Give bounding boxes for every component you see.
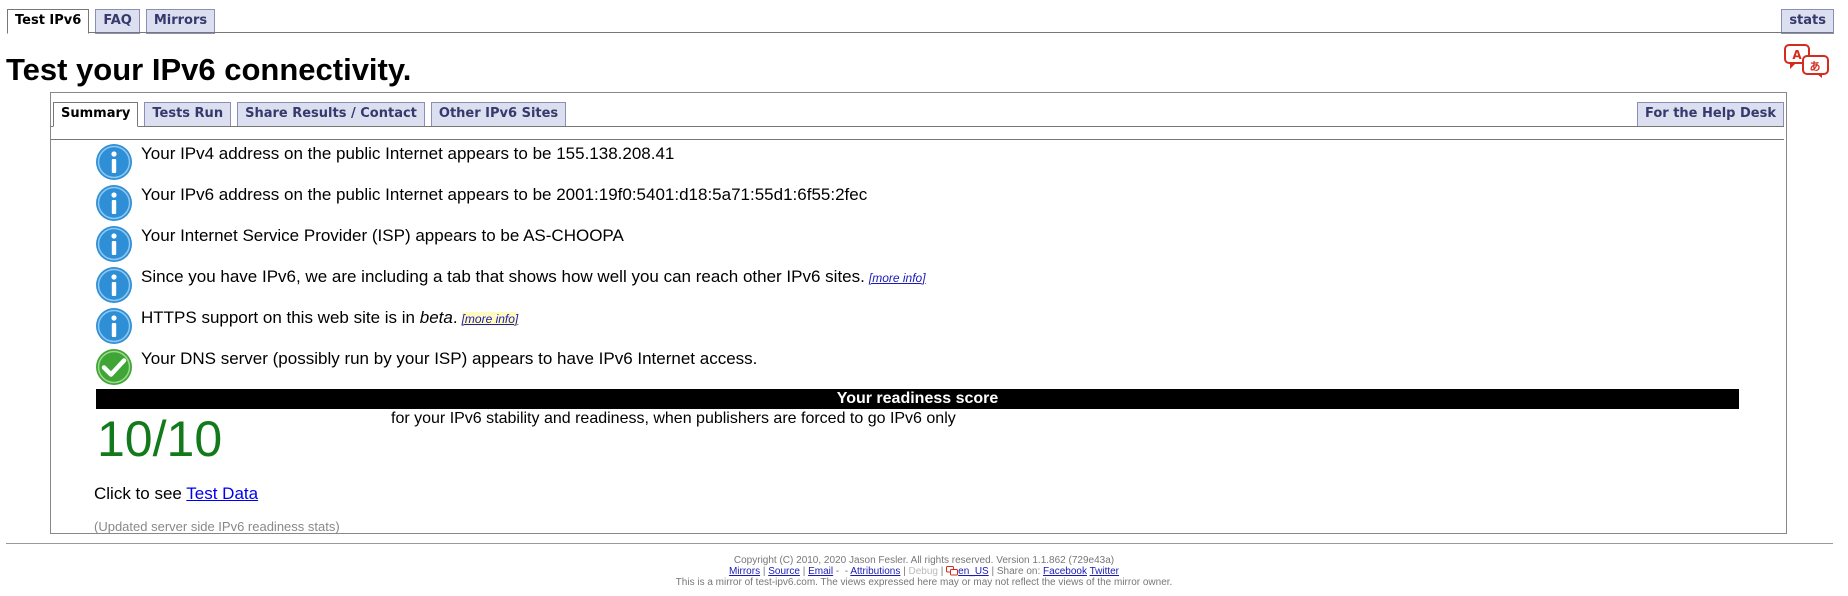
test-data-link[interactable]: Test Data <box>186 484 258 503</box>
share-twitter-link[interactable]: Twitter <box>1090 566 1119 577</box>
result-row-other-sites: Since you have IPv6, we are including a … <box>95 266 926 307</box>
more-info-link[interactable]: [more info] <box>461 312 519 326</box>
readiness-score-heading: Your readiness score <box>96 389 1739 409</box>
readiness-score-value: 10/10 <box>97 411 223 467</box>
tab-tests-run[interactable]: Tests Run <box>144 102 232 127</box>
footer-link-debug[interactable]: Debug <box>909 566 938 577</box>
updated-stats-note: (Updated server side IPv6 readiness stat… <box>94 519 340 534</box>
translate-icon <box>946 566 959 576</box>
svg-text:A: A <box>1792 48 1802 62</box>
translate-icon[interactable]: A あ <box>1784 44 1830 78</box>
tab-share-results[interactable]: Share Results / Contact <box>237 102 425 127</box>
footer-link-mirrors[interactable]: Mirrors <box>729 566 760 577</box>
result-text: Your IPv6 address on the public Internet… <box>141 185 868 204</box>
page-title: Test your IPv6 connectivity. <box>6 52 412 87</box>
tab-mirrors[interactable]: Mirrors <box>145 9 216 34</box>
test-data-line: Click to see Test Data <box>94 484 259 503</box>
check-icon <box>96 349 132 385</box>
readiness-score-description: for your IPv6 stability and readiness, w… <box>391 410 956 427</box>
svg-text:あ: あ <box>1810 60 1821 73</box>
result-list: Your IPv4 address on the public Internet… <box>95 143 926 389</box>
info-icon <box>96 267 132 303</box>
result-text: Your DNS server (possibly run by your IS… <box>141 349 758 368</box>
footer-link-attributions[interactable]: Attributions <box>850 566 900 577</box>
top-tab-divider <box>7 32 1833 33</box>
footer-link-email[interactable]: Email <box>808 566 833 577</box>
footer-link-source[interactable]: Source <box>768 566 800 577</box>
tab-help-desk[interactable]: For the Help Desk <box>1636 102 1784 127</box>
result-row-ipv4: Your IPv4 address on the public Internet… <box>95 143 926 184</box>
info-icon <box>96 185 132 221</box>
footer-links: Mirrors | Source | Email - - Attribution… <box>728 566 1120 577</box>
result-row-dns: Your DNS server (possibly run by your IS… <box>95 348 926 389</box>
tab-other-ipv6-sites[interactable]: Other IPv6 Sites <box>430 102 567 127</box>
info-icon <box>96 308 132 344</box>
result-text: Your Internet Service Provider (ISP) app… <box>141 226 624 245</box>
result-tab-bar: Summary Tests Run Share Results / Contac… <box>53 102 567 127</box>
result-text: HTTPS support on this web site is in bet… <box>141 308 519 327</box>
result-text: Since you have IPv6, we are including a … <box>141 267 926 286</box>
tab-stats[interactable]: stats <box>1781 9 1834 34</box>
result-row-ipv6: Your IPv6 address on the public Internet… <box>95 184 926 225</box>
footer-divider <box>6 543 1833 544</box>
footer-link-locale[interactable]: en_US <box>958 566 989 577</box>
result-text: Your IPv4 address on the public Internet… <box>141 144 675 163</box>
share-facebook-link[interactable]: Facebook <box>1043 566 1087 577</box>
info-icon <box>96 226 132 262</box>
result-row-https: HTTPS support on this web site is in bet… <box>95 307 926 348</box>
more-info-link[interactable]: [more info] <box>869 271 926 285</box>
footer: Copyright (C) 2010, 2020 Jason Fesler. A… <box>0 555 1848 588</box>
summary-divider <box>51 139 1784 140</box>
result-tab-divider <box>51 126 1784 127</box>
tab-summary[interactable]: Summary <box>53 102 139 127</box>
top-tab-bar: Test IPv6 FAQ Mirrors <box>7 9 216 34</box>
tab-faq[interactable]: FAQ <box>95 9 140 34</box>
info-icon <box>96 144 132 180</box>
copyright-text: Copyright (C) 2010, 2020 Jason Fesler. A… <box>733 555 1115 566</box>
mirror-note: This is a mirror of test-ipv6.com. The v… <box>675 577 1173 588</box>
result-row-isp: Your Internet Service Provider (ISP) app… <box>95 225 926 266</box>
tab-test-ipv6[interactable]: Test IPv6 <box>7 9 90 34</box>
